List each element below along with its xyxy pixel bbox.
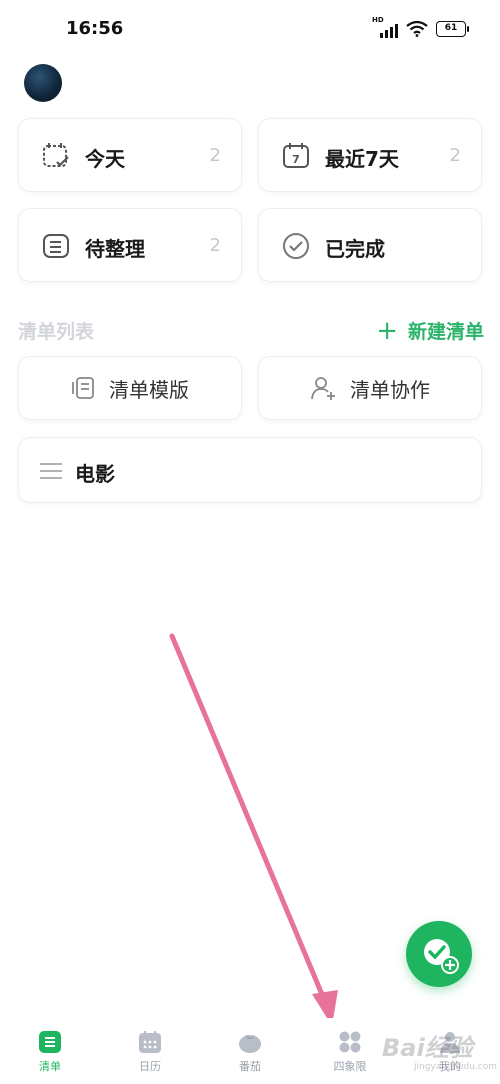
- tab-label: 四象限: [333, 1060, 367, 1073]
- wifi-icon: [406, 21, 428, 37]
- add-person-icon: [311, 377, 335, 400]
- smart-list-inbox[interactable]: 待整理 2: [18, 208, 242, 282]
- tool-label: 清单协作: [350, 377, 430, 402]
- status-bar: 16:56 HD 61: [0, 0, 500, 58]
- tab-calendar[interactable]: 日历: [120, 1030, 180, 1074]
- calendar-icon: [139, 1031, 161, 1053]
- list-lines-icon: [40, 463, 62, 479]
- watermark: Bai经验: [382, 1034, 473, 1062]
- template-icon: [72, 377, 94, 399]
- signal-icon: HD: [372, 16, 398, 38]
- list-item[interactable]: 电影: [18, 437, 482, 503]
- smart-list-label: 已完成: [325, 237, 385, 261]
- smart-list-completed[interactable]: 已完成: [258, 208, 482, 282]
- tab-label: 清单: [39, 1060, 61, 1073]
- smart-list-count: 2: [449, 145, 461, 166]
- calendar-7-icon: 7: [283, 143, 309, 168]
- svg-text:7: 7: [292, 153, 300, 166]
- tab-matrix[interactable]: 四象限: [320, 1030, 380, 1074]
- tab-label: 番茄: [239, 1060, 261, 1073]
- smart-list-today[interactable]: 今天 2: [18, 118, 242, 192]
- plus-icon: +: [376, 315, 398, 346]
- list-icon: [39, 1031, 61, 1053]
- smart-list-label: 最近7天: [325, 147, 399, 171]
- tool-label: 清单模版: [109, 377, 189, 402]
- check-add-icon: [424, 939, 459, 974]
- battery-icon: 61: [436, 21, 469, 37]
- new-list-button[interactable]: + 新建清单: [376, 317, 484, 344]
- smart-list-count: 2: [209, 235, 221, 256]
- tab-lists[interactable]: 清单: [20, 1030, 80, 1074]
- smart-list-next-7-days[interactable]: 7 最近7天 2: [258, 118, 482, 192]
- quadrant-icon: [339, 1031, 361, 1053]
- status-icons: HD 61: [372, 16, 469, 38]
- tomato-icon: [239, 1035, 261, 1053]
- new-list-label: 新建清单: [407, 321, 484, 343]
- status-time: 16:56: [66, 18, 124, 39]
- tab-pomodoro[interactable]: 番茄: [220, 1030, 280, 1074]
- check-circle-icon: [283, 233, 309, 259]
- tab-label: 日历: [139, 1060, 161, 1073]
- list-item-label: 电影: [75, 462, 115, 486]
- section-title: 清单列表: [18, 321, 95, 343]
- list-template-button[interactable]: 清单模版: [18, 356, 242, 420]
- inbox-icon: [43, 234, 69, 258]
- list-collaboration-button[interactable]: 清单协作: [258, 356, 482, 420]
- smart-list-label: 今天: [85, 147, 125, 171]
- add-task-button[interactable]: [406, 921, 472, 987]
- smart-list-count: 2: [209, 145, 221, 166]
- watermark-url: jingyan.baidu.com: [414, 1062, 498, 1072]
- smart-list-label: 待整理: [85, 237, 145, 261]
- calendar-check-icon: [43, 143, 69, 167]
- avatar[interactable]: [24, 64, 62, 102]
- network-type: HD: [372, 16, 384, 24]
